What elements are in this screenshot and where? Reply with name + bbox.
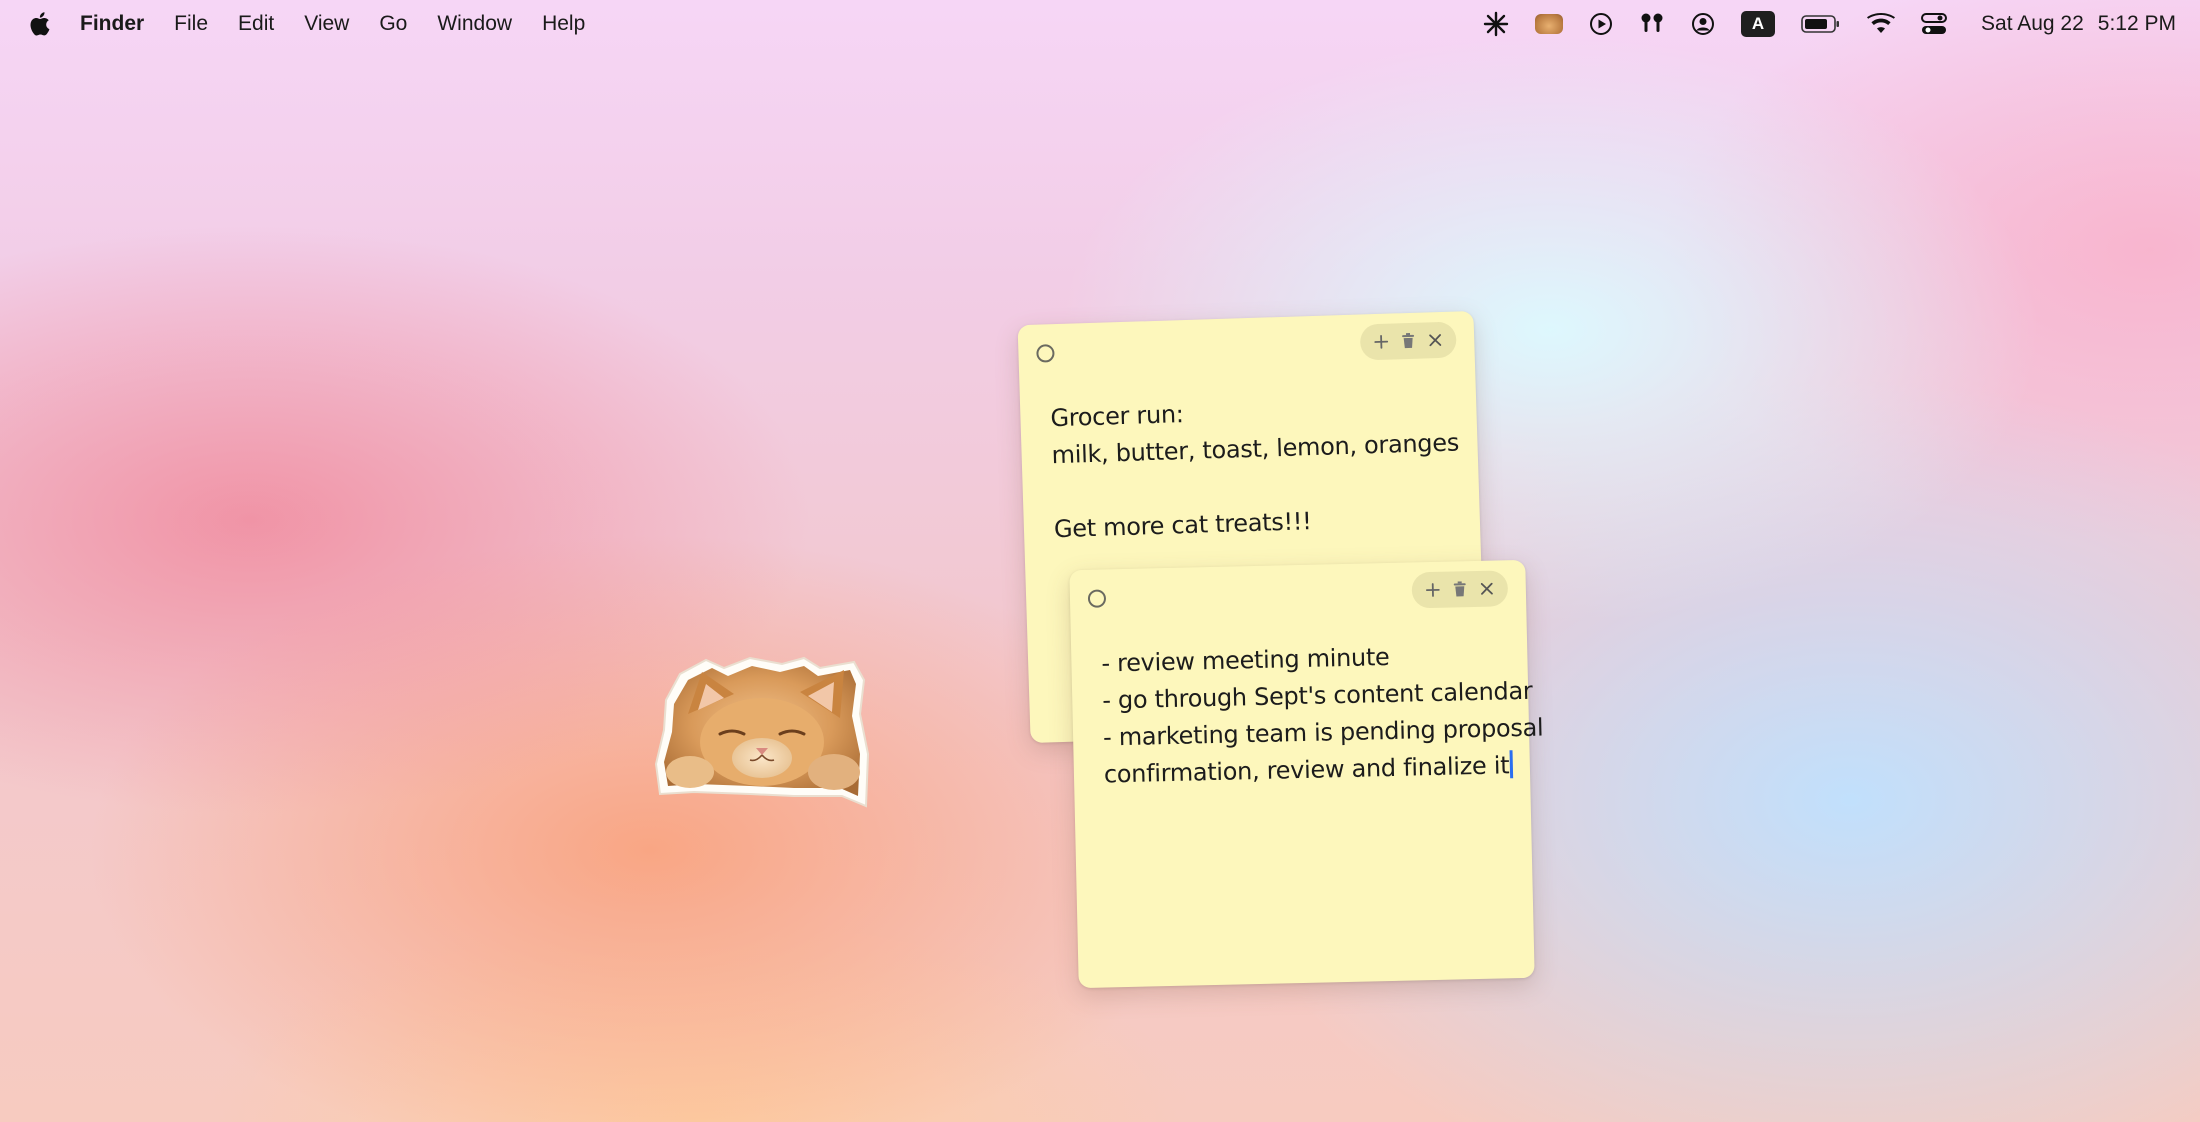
trash-icon[interactable] [1450, 579, 1470, 599]
add-note-icon[interactable] [1423, 580, 1443, 600]
wifi-icon[interactable] [1867, 13, 1896, 35]
apple-menu-icon[interactable] [28, 11, 50, 37]
keyboard-input-icon[interactable]: A [1741, 11, 1776, 37]
play-circle-icon[interactable] [1589, 12, 1613, 36]
menu-file[interactable]: File [174, 12, 208, 36]
clock-date: Sat Aug 22 [1981, 12, 2084, 35]
close-icon[interactable] [1476, 579, 1496, 599]
note-status-circle-icon[interactable] [1087, 589, 1107, 608]
note-action-group [1359, 321, 1457, 361]
control-center-icon[interactable] [1921, 12, 1948, 36]
note-line-text: confirmation, review and finalize it [1103, 751, 1510, 789]
trash-icon[interactable] [1398, 331, 1419, 352]
menu-bar: Finder File Edit View Go Window Help A S… [0, 0, 2200, 48]
menu-go[interactable]: Go [379, 12, 407, 36]
menu-edit[interactable]: Edit [238, 12, 274, 36]
menu-view[interactable]: View [304, 12, 349, 36]
note-status-circle-icon[interactable] [1036, 344, 1055, 363]
sparkle-icon[interactable] [1483, 11, 1509, 37]
note-text-editor[interactable]: - review meeting minute - go through Sep… [1101, 637, 1544, 794]
battery-icon[interactable] [1801, 14, 1841, 34]
cat-sticker[interactable] [654, 654, 870, 812]
menu-bar-right: A Sat Aug 22 5:12 PM [1457, 11, 2176, 37]
user-circle-icon[interactable] [1691, 12, 1715, 36]
note-text[interactable]: Grocer run: milk, butter, toast, lemon, … [1050, 388, 1459, 548]
note-action-group [1411, 570, 1509, 609]
note-line-last: confirmation, review and finalize it [1104, 748, 1514, 794]
clock-time: 5:12 PM [2097, 12, 2176, 35]
cat-thumbnail-icon[interactable] [1535, 14, 1564, 34]
menu-bar-clock[interactable]: Sat Aug 22 5:12 PM [1981, 12, 2176, 36]
app-menu-finder[interactable]: Finder [80, 12, 144, 36]
close-icon[interactable] [1425, 330, 1446, 351]
airpods-icon[interactable] [1639, 12, 1665, 36]
menu-help[interactable]: Help [542, 12, 585, 36]
menu-window[interactable]: Window [437, 12, 512, 36]
text-caret [1509, 750, 1514, 779]
menu-bar-left: Finder File Edit View Go Window Help [28, 11, 615, 37]
add-note-icon[interactable] [1371, 332, 1392, 353]
sticky-note-tasks[interactable]: - review meeting minute - go through Sep… [1069, 559, 1544, 989]
